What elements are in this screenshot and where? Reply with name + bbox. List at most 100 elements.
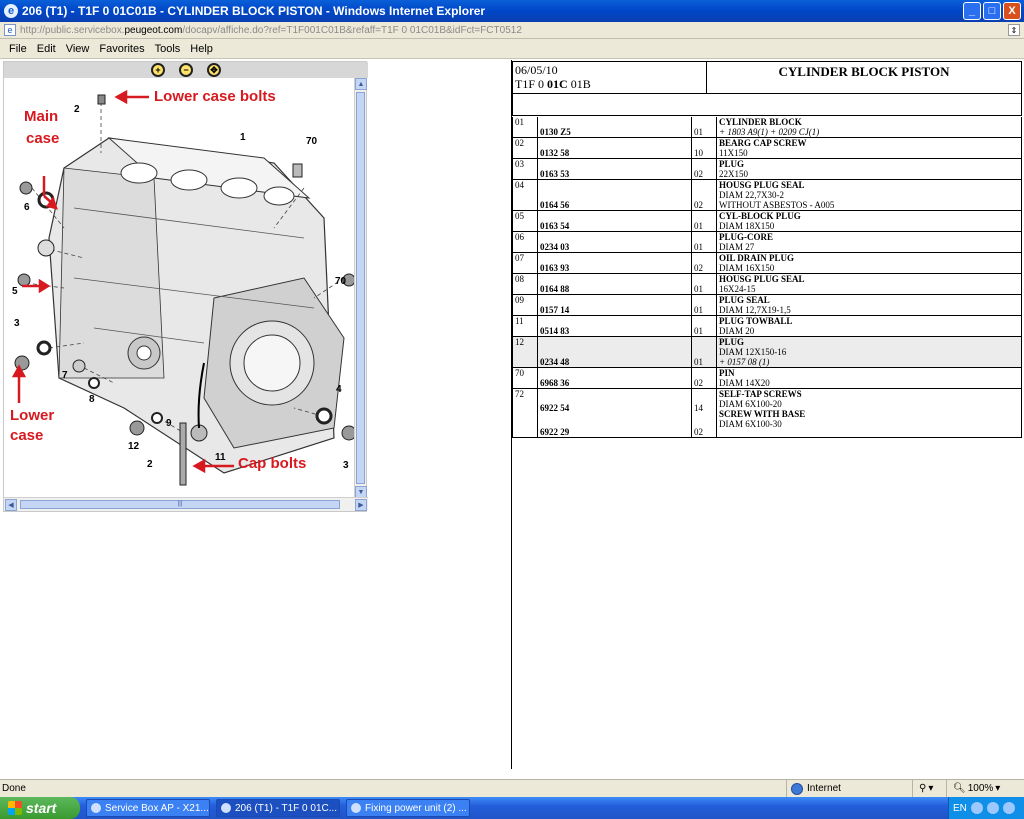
callout-lower-case-line1: Lower <box>10 407 55 424</box>
row-index: 01 <box>512 117 538 138</box>
dropdown-chevron-icon: ▾ <box>928 783 934 794</box>
taskbar: start Service Box AP - X21... 206 (T1) -… <box>0 797 1024 819</box>
network-icon[interactable] <box>986 802 999 814</box>
part-label: 3 <box>343 460 349 471</box>
part-name: CYLINDER BLOCK <box>719 117 802 127</box>
horizontal-scroll-thumb[interactable]: ||| <box>20 500 340 509</box>
part-spec: 16X24-15 <box>719 284 756 294</box>
part-note: WITHOUT ASBESTOS - A005 <box>719 200 835 210</box>
part-label: 5 <box>12 286 18 297</box>
zoom-level: 100% <box>967 783 994 794</box>
zoom-out-icon[interactable]: − <box>179 63 193 77</box>
ie-icon: e <box>4 4 18 18</box>
row-index: 07 <box>512 252 538 274</box>
part-reference: 0234 48 <box>537 336 692 368</box>
address-bar[interactable]: e http://public.servicebox.peugeot.com/d… <box>0 22 1024 39</box>
part-label: 1 <box>240 132 246 143</box>
part-description: CYL-BLOCK PLUG DIAM 18X150 <box>716 210 1022 232</box>
diagram-horizontal-scrollbar[interactable]: ◀ ||| ▶ <box>4 497 368 511</box>
part-label: 3 <box>14 318 20 329</box>
page-icon: e <box>4 24 16 36</box>
part-spec: DIAM 14X20 <box>719 378 770 388</box>
status-text: Done <box>2 783 26 794</box>
security-zone[interactable]: Internet <box>786 779 912 798</box>
table-row: 03 0163 53 02 PLUG 22X150 <box>512 158 1022 180</box>
taskbar-item-label: Service Box AP - X21... <box>105 802 209 814</box>
part-spec: DIAM 22,7X30-2 <box>719 190 784 200</box>
part-reference: 0163 93 <box>537 252 692 274</box>
volume-icon[interactable] <box>1002 802 1015 814</box>
part-description: PLUG TOWBALL DIAM 20 <box>716 315 1022 337</box>
part-name: OIL DRAIN PLUG <box>719 253 795 263</box>
maximize-button[interactable]: □ <box>983 2 1001 20</box>
part-description: CYLINDER BLOCK + 1803 A9(1) + 0209 CJ(1) <box>716 117 1022 138</box>
part-label: 6 <box>24 202 30 213</box>
window-titlebar[interactable]: e 206 (T1) - T1F 0 01C01B - CYLINDER BLO… <box>0 0 1024 22</box>
part-spec: DIAM 12X150-16 <box>719 347 787 357</box>
part-spec: DIAM 16X150 <box>719 263 775 273</box>
taskbar-item-active[interactable]: 206 (T1) - T1F 0 01C... <box>216 799 340 817</box>
part-name: CYL-BLOCK PLUG <box>719 211 801 221</box>
diagram-vertical-scrollbar[interactable]: ▲ ▼ <box>354 78 367 498</box>
part-quantity-item: 02 <box>694 427 703 437</box>
zoom-control[interactable]: 🔍︎ 100% ▾ <box>946 779 1001 798</box>
protected-mode[interactable]: ⚲ ▾ <box>912 779 946 798</box>
part-reference: 6922 54 6922 29 <box>537 388 692 438</box>
start-button[interactable]: start <box>0 797 80 819</box>
taskbar-item[interactable]: Fixing power unit (2) ... <box>346 799 470 817</box>
callout-main-case-line2: case <box>26 130 60 147</box>
language-indicator[interactable]: EN <box>953 803 967 814</box>
sheet-date: 06/05/10 <box>515 63 558 77</box>
row-index: 09 <box>512 294 538 316</box>
pin-icon: ⚲ <box>919 783 927 794</box>
part-reference: 0130 Z5 <box>537 117 692 138</box>
row-index: 12 <box>512 336 538 368</box>
menu-favorites[interactable]: Favorites <box>94 43 149 55</box>
menu-help[interactable]: Help <box>185 43 218 55</box>
zoom-pan-icon[interactable]: ✥ <box>207 63 221 77</box>
part-label: 70 <box>306 136 318 147</box>
globe-icon <box>791 782 803 795</box>
menu-file[interactable]: File <box>4 43 32 55</box>
taskbar-item[interactable]: Service Box AP - X21... <box>86 799 210 817</box>
part-reference-item: 6922 54 <box>540 403 570 413</box>
part-reference: 0164 56 <box>537 179 692 211</box>
part-description: BEARG CAP SCREW 11X150 <box>716 137 1022 159</box>
close-button[interactable]: X <box>1003 2 1021 20</box>
part-reference: 0157 14 <box>537 294 692 316</box>
menu-tools[interactable]: Tools <box>150 43 186 55</box>
part-reference: 6968 36 <box>537 367 692 389</box>
row-index: 72 <box>512 388 538 438</box>
part-quantity: 01 <box>691 117 717 138</box>
menu-edit[interactable]: Edit <box>32 43 61 55</box>
address-url[interactable]: http://public.servicebox.peugeot.com/doc… <box>20 25 522 36</box>
sheet-reference: T1F 0 01C 01B <box>515 77 591 91</box>
row-index: 02 <box>512 137 538 159</box>
part-label: 12 <box>128 441 140 452</box>
row-index: 70 <box>512 367 538 389</box>
address-scroll-icon[interactable]: ⇕ <box>1008 24 1020 36</box>
part-name: PLUG TOWBALL <box>719 316 793 326</box>
zoom-toolbar: + − ✥ <box>4 62 368 78</box>
system-tray: EN <box>948 797 1024 819</box>
part-reference: 0164 88 <box>537 273 692 295</box>
part-reference: 0163 54 <box>537 210 692 232</box>
part-spec: 11X150 <box>719 148 748 158</box>
exploded-diagram: Lower case bolts Main case Lower case Ca… <box>4 78 356 498</box>
part-quantity: 02 <box>691 158 717 180</box>
part-quantity: 01 <box>691 210 717 232</box>
menu-view[interactable]: View <box>61 43 95 55</box>
minimize-button[interactable]: _ <box>963 2 981 20</box>
part-spec: + 1803 A9(1) + 0209 CJ(1) <box>719 127 820 137</box>
vertical-scroll-thumb[interactable] <box>356 92 365 484</box>
part-reference: 0234 03 <box>537 231 692 253</box>
row-index: 03 <box>512 158 538 180</box>
help-icon[interactable] <box>970 802 983 814</box>
scroll-up-icon[interactable]: ▲ <box>355 78 367 90</box>
scroll-right-icon[interactable]: ▶ <box>355 499 367 511</box>
zoom-dropdown-icon: ▾ <box>995 783 1001 794</box>
zoom-in-icon[interactable]: + <box>151 63 165 77</box>
part-spec: DIAM 18X150 <box>719 221 775 231</box>
part-name: PLUG SEAL <box>719 295 770 305</box>
scroll-left-icon[interactable]: ◀ <box>5 499 17 511</box>
